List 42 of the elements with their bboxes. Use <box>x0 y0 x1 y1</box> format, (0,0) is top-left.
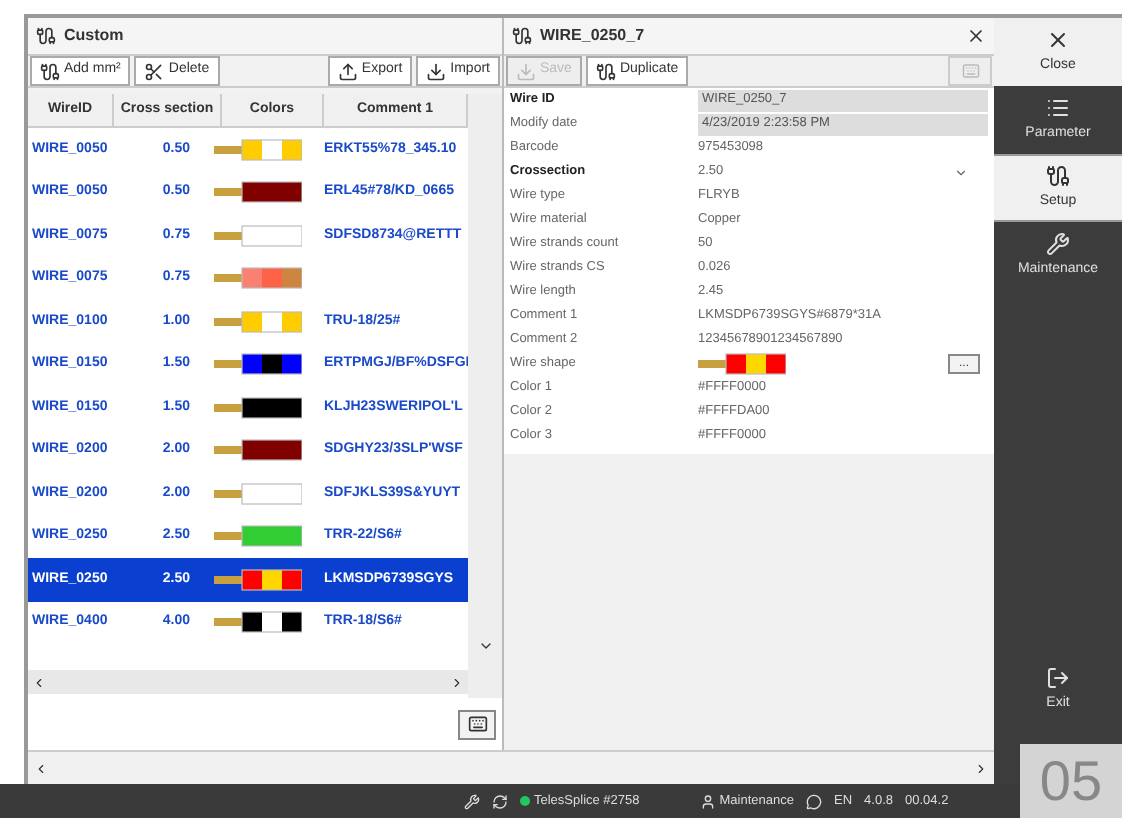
cable-icon <box>40 61 60 81</box>
panel-title: WIRE_0250_7 <box>540 24 645 48</box>
wire-drawing <box>213 180 301 205</box>
chat-icon <box>806 793 822 809</box>
keyboard-icon <box>467 714 487 734</box>
wrench-icon <box>1046 231 1070 256</box>
panel-title: Custom <box>64 24 124 48</box>
cable-icon <box>36 26 56 46</box>
wire-drawing <box>213 395 301 420</box>
wire-drawing <box>213 352 301 377</box>
scroll-down-icon[interactable] <box>477 638 493 654</box>
wire-drawing <box>698 352 786 376</box>
wire-drawing <box>213 481 301 506</box>
download-icon <box>426 61 447 81</box>
wire-drawing <box>213 567 301 592</box>
user-icon <box>699 793 716 809</box>
refresh-icon <box>492 793 508 809</box>
wire-drawing <box>213 438 301 463</box>
wire-drawing <box>213 524 301 549</box>
keyboard-button[interactable] <box>458 709 496 739</box>
scroll-right-icon[interactable] <box>974 761 988 775</box>
cable-icon <box>595 61 616 81</box>
cable-icon <box>512 26 532 46</box>
scroll-left-icon[interactable] <box>32 675 46 689</box>
scroll-left-icon[interactable] <box>34 761 48 775</box>
wire-drawing <box>213 610 301 635</box>
scroll-right-icon[interactable] <box>450 675 464 689</box>
download-icon <box>516 61 536 81</box>
wire-drawing <box>213 309 301 334</box>
close-icon[interactable] <box>966 26 986 46</box>
keyboard-icon <box>961 62 979 80</box>
dropdown-icon <box>954 165 968 179</box>
wrench-icon <box>464 793 480 809</box>
exit-icon <box>1046 665 1070 690</box>
wire-drawing <box>213 266 301 291</box>
wire-drawing <box>213 137 301 162</box>
close-icon <box>1046 27 1070 52</box>
figure-label: 05 <box>1020 744 1122 818</box>
scissors-icon <box>144 61 165 81</box>
cable-icon <box>1046 163 1070 188</box>
upload-icon <box>337 61 358 81</box>
wire-drawing <box>213 223 301 248</box>
